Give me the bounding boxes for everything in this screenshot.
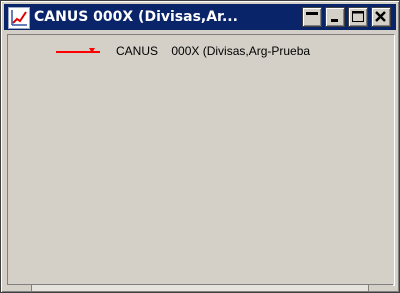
maximize-icon [352, 11, 364, 22]
title-bar[interactable]: CANUS 000X (Divisas,Ar... [4, 4, 396, 30]
chart-window: CANUS 000X (Divisas,Ar... CANUS 000X (Di… [0, 0, 400, 293]
restore-icon [306, 12, 318, 15]
chart-icon[interactable] [8, 7, 30, 29]
close-icon [375, 11, 386, 22]
chart-area[interactable]: CANUS 000X (Divisas,Arg-Prueba [7, 34, 395, 286]
series-line-icon [56, 48, 100, 53]
scroll-right-button[interactable] [368, 285, 393, 291]
close-button[interactable] [371, 7, 391, 27]
window-controls [302, 7, 394, 27]
maximize-button[interactable] [348, 7, 368, 27]
minimize-icon [331, 19, 338, 22]
restore-button[interactable] [302, 7, 322, 27]
legend-label: CANUS 000X (Divisas,Arg-Prueba [116, 44, 311, 58]
scroll-left-button[interactable] [7, 285, 32, 291]
horizontal-scrollbar[interactable] [7, 284, 393, 291]
minimize-button[interactable] [325, 7, 345, 27]
window-title: CANUS 000X (Divisas,Ar... [34, 9, 238, 25]
legend: CANUS 000X (Divisas,Arg-Prueba [56, 43, 310, 59]
